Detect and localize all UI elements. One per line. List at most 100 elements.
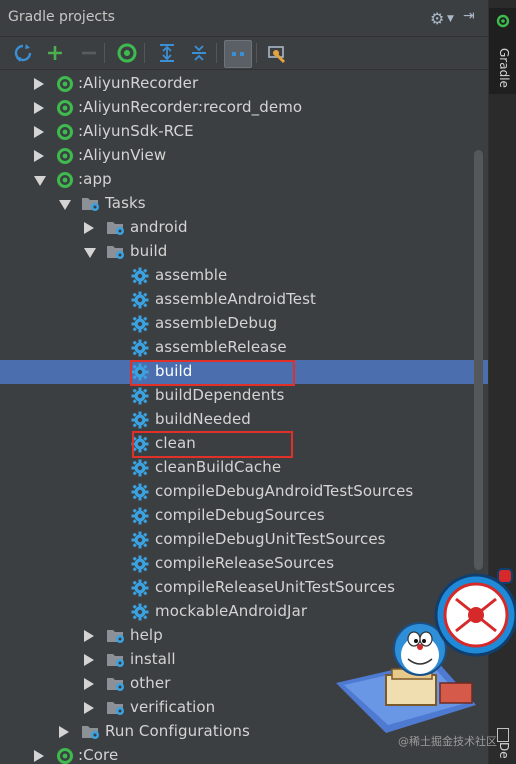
folder-gear-icon	[106, 699, 124, 717]
tree-row-label: compileReleaseSources	[155, 554, 335, 572]
remove-icon[interactable]	[76, 40, 102, 66]
tree-row[interactable]: cleanBuildCache	[0, 456, 488, 480]
folder-gear-icon	[106, 627, 124, 645]
hide-panel-icon[interactable]: ⇥	[463, 8, 475, 24]
tree-row[interactable]: compileDebugSources	[0, 504, 488, 528]
tree-row[interactable]: android	[0, 216, 488, 240]
tree-row[interactable]: assembleAndroidTest	[0, 288, 488, 312]
expand-arrow-right-icon[interactable]	[34, 750, 44, 762]
highlight-box-build	[130, 360, 295, 386]
toolbar-separator	[256, 43, 257, 63]
settings-wrench-icon[interactable]	[264, 40, 290, 66]
expand-arrow-right-icon[interactable]	[84, 630, 94, 642]
expand-arrow-right-icon[interactable]	[59, 726, 69, 738]
tree-row[interactable]: Tasks	[0, 192, 488, 216]
tree-row[interactable]: assemble	[0, 264, 488, 288]
tree-row[interactable]: compileDebugAndroidTestSources	[0, 480, 488, 504]
gear-icon	[131, 483, 149, 501]
tree-row-label: compileDebugSources	[155, 506, 325, 524]
expand-arrow-right-icon[interactable]	[34, 78, 44, 90]
tree-row-label: :AliyunSdk-RCE	[78, 122, 194, 140]
tree-row-label: :app	[78, 170, 112, 188]
toolbar-separator	[104, 43, 105, 63]
tree-row-label: other	[130, 674, 171, 692]
expand-arrow-right-icon[interactable]	[84, 654, 94, 666]
highlight-box-clean	[132, 431, 293, 458]
expand-arrow-down-icon[interactable]	[84, 248, 96, 258]
expand-arrow-right-icon[interactable]	[34, 102, 44, 114]
add-icon[interactable]	[42, 40, 68, 66]
expand-arrow-right-icon[interactable]	[34, 126, 44, 138]
tree-row[interactable]: :AliyunRecorder	[0, 72, 488, 96]
expand-arrow-down-icon[interactable]	[34, 176, 46, 186]
collapse-all-icon[interactable]	[186, 40, 212, 66]
gear-icon	[131, 267, 149, 285]
group-modules-icon[interactable]	[224, 40, 252, 68]
panel-title: Gradle projects	[8, 9, 115, 25]
expand-arrow-right-icon[interactable]	[84, 222, 94, 234]
tree-row-label: assembleDebug	[155, 314, 278, 332]
tree-row-label: :AliyunRecorder:record_demo	[78, 98, 303, 116]
execute-task-icon[interactable]	[114, 40, 140, 66]
gear-icon	[131, 291, 149, 309]
tree-row[interactable]: buildDependents	[0, 384, 488, 408]
chevron-down-icon[interactable]: ▼	[447, 14, 454, 24]
tree-row-label: Tasks	[105, 194, 146, 212]
gradle-module-icon	[56, 99, 74, 117]
expand-arrow-right-icon[interactable]	[84, 678, 94, 690]
tree-row-label: help	[130, 626, 163, 644]
gradle-module-icon	[56, 147, 74, 165]
folder-gear-icon	[106, 651, 124, 669]
tree-row-label: android	[130, 218, 188, 236]
tree-row-label: compileDebugAndroidTestSources	[155, 482, 414, 500]
tree-row-label: compileDebugUnitTestSources	[155, 530, 386, 548]
tree-row-label: install	[130, 650, 176, 668]
expand-arrow-down-icon[interactable]	[59, 200, 71, 210]
refresh-all-icon[interactable]	[10, 40, 36, 66]
tab-gradle[interactable]: Gradle	[489, 8, 516, 94]
tree-row[interactable]: :AliyunSdk-RCE	[0, 120, 488, 144]
gear-icon	[131, 555, 149, 573]
expand-all-icon[interactable]	[154, 40, 180, 66]
tree-row[interactable]: build	[0, 240, 488, 264]
tree-row[interactable]: :AliyunRecorder:record_demo	[0, 96, 488, 120]
tree-row-label: assembleAndroidTest	[155, 290, 317, 308]
folder-gear-icon	[81, 723, 99, 741]
gear-icon	[131, 579, 149, 597]
tree-row-label: buildDependents	[155, 386, 285, 404]
gradle-module-icon	[56, 75, 74, 93]
tree-row-label: build	[130, 242, 168, 260]
expand-arrow-right-icon[interactable]	[84, 702, 94, 714]
expand-arrow-right-icon[interactable]	[34, 150, 44, 162]
folder-gear-icon	[81, 195, 99, 213]
tree-row-label: assembleRelease	[155, 338, 287, 356]
tree-row-label: buildNeeded	[155, 410, 251, 428]
gear-icon	[131, 315, 149, 333]
tree-row[interactable]: :app	[0, 168, 488, 192]
tree-row-label: Run Configurations	[105, 722, 250, 740]
folder-gear-icon	[106, 219, 124, 237]
tree-row-label: cleanBuildCache	[155, 458, 282, 476]
gear-icon	[131, 507, 149, 525]
tree-row-label: :Core	[78, 746, 119, 764]
tab-gradle-label: Gradle	[497, 48, 511, 88]
tree-row-label: assemble	[155, 266, 228, 284]
tree-row-label: mockableAndroidJar	[155, 602, 308, 620]
panel-title-bar: Gradle projects ⚙ ▼ ⇥	[0, 0, 488, 37]
gear-icon	[131, 603, 149, 621]
gradle-module-icon	[56, 747, 74, 764]
tree-row[interactable]: :AliyunView	[0, 144, 488, 168]
tree-row[interactable]: compileDebugUnitTestSources	[0, 528, 488, 552]
gear-icon	[131, 339, 149, 357]
tree-row[interactable]: assembleRelease	[0, 336, 488, 360]
gear-icon	[131, 387, 149, 405]
gradle-module-icon	[56, 171, 74, 189]
tree-row[interactable]: buildNeeded	[0, 408, 488, 432]
gradle-module-icon	[56, 123, 74, 141]
folder-gear-icon	[106, 243, 124, 261]
vertical-scrollbar[interactable]	[474, 150, 483, 570]
tree-row[interactable]: assembleDebug	[0, 312, 488, 336]
gear-icon[interactable]: ⚙	[430, 9, 444, 28]
gradle-elephant-icon	[496, 14, 510, 32]
toolbar-separator	[216, 43, 217, 63]
